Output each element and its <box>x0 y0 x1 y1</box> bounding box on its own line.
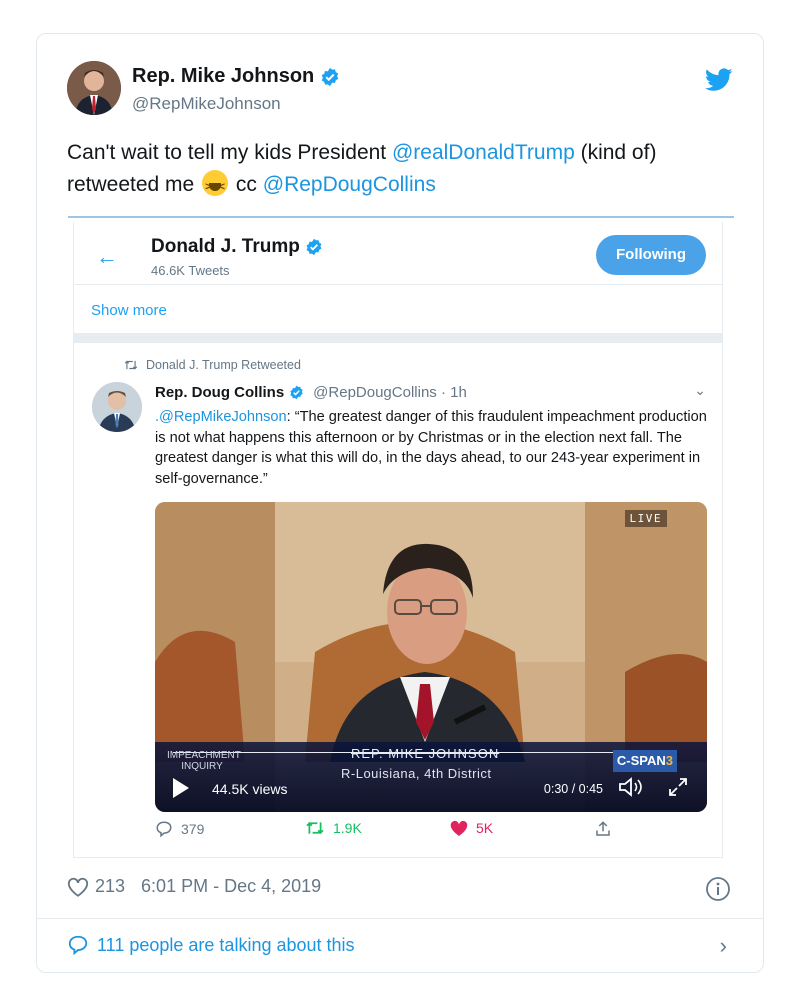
impeachment-tag: IMPEACHMENT INQUIRY <box>167 750 241 772</box>
quoted-author-row: Rep. Doug Collins @RepDougCollins · 1h <box>155 384 467 401</box>
like-action[interactable]: 5K <box>450 820 493 836</box>
twitter-bird-icon[interactable] <box>705 68 733 92</box>
mention-repmikejohnson[interactable]: .@RepMikeJohnson <box>155 409 287 425</box>
embedded-screenshot[interactable]: ← Donald J. Trump 46.6K Tweets Following… <box>68 216 734 860</box>
quoted-tweet-text: .@RepMikeJohnson: “The greatest danger o… <box>155 407 715 489</box>
quoted-tweet-actions: 379 1.9K 5K <box>155 820 707 844</box>
section-gap <box>74 333 722 343</box>
profile-name-row: Donald J. Trump <box>151 236 323 258</box>
conversation-text: 111 people are talking about this <box>97 934 355 955</box>
tweet-text-part: cc <box>230 173 263 196</box>
share-action[interactable] <box>594 820 612 838</box>
reply-icon <box>156 821 172 838</box>
following-button[interactable]: Following <box>596 235 706 275</box>
live-badge: LIVE <box>624 510 667 527</box>
video-time: 0:30 / 0:45 <box>543 782 603 796</box>
share-icon <box>596 821 610 836</box>
verified-badge-icon <box>306 238 322 256</box>
retweeted-by-row: Donald J. Trump Retweeted <box>124 358 301 372</box>
speaker-name: REP. MIKE JOHNSON <box>351 746 500 761</box>
retweeted-label: Donald J. Trump Retweeted <box>146 358 301 372</box>
tag-line-1: IMPEACHMENT <box>167 750 241 761</box>
like-count[interactable]: 213 <box>95 876 125 897</box>
embedded-profile-view: ← Donald J. Trump 46.6K Tweets Following… <box>73 222 723 858</box>
comment-icon <box>68 935 88 956</box>
play-icon[interactable] <box>173 778 189 798</box>
video-player[interactable]: LIVE IMPEACHMENT INQUIRY REP. MIKE JOHNS… <box>155 502 707 812</box>
verified-badge-icon <box>322 67 339 86</box>
timestamp[interactable]: 6:01 PM - Dec 4, 2019 <box>141 876 321 897</box>
back-arrow-icon[interactable]: ← <box>96 244 118 270</box>
like-count: 5K <box>476 820 494 836</box>
view-count: 44.5K views <box>212 781 288 797</box>
fullscreen-icon[interactable] <box>667 776 689 798</box>
quoted-author-name[interactable]: Rep. Doug Collins <box>155 384 284 401</box>
mention-realdonaldtrump[interactable]: @realDonaldTrump <box>392 141 575 164</box>
retweet-count: 1.9K <box>333 820 362 836</box>
laughing-emoji-icon <box>202 170 229 203</box>
speaker-district: R-Louisiana, 4th District <box>341 766 492 781</box>
tweet-meta: 213 6:01 PM - Dec 4, 2019 <box>67 876 321 897</box>
quoted-author-handle[interactable]: @RepDougCollins · 1h <box>313 384 467 401</box>
show-more-link[interactable]: Show more <box>91 302 167 319</box>
chevron-right-icon[interactable]: › <box>720 933 727 959</box>
quoted-author-avatar[interactable] <box>92 382 142 432</box>
tag-line-2: INQUIRY <box>181 761 223 772</box>
network-number: 3 <box>665 753 673 768</box>
retweet-icon <box>124 360 138 370</box>
retweet-icon <box>306 821 324 835</box>
info-icon[interactable] <box>705 876 731 902</box>
mention-repdougcollins[interactable]: @RepDougCollins <box>263 173 436 196</box>
author-avatar[interactable] <box>67 61 121 115</box>
volume-icon[interactable] <box>617 776 645 798</box>
profile-name: Donald J. Trump <box>151 236 300 257</box>
conversation-link[interactable]: 111 people are talking about this <box>67 934 355 956</box>
reply-action[interactable]: 379 <box>155 820 204 838</box>
chevron-down-icon[interactable]: ⌄ <box>694 382 706 399</box>
author-name[interactable]: Rep. Mike Johnson <box>132 65 314 88</box>
author-name-row[interactable]: Rep. Mike Johnson <box>132 65 340 88</box>
tweet-text: Can't wait to tell my kids President @re… <box>67 137 737 203</box>
tweet-count: 46.6K Tweets <box>151 263 230 278</box>
video-lower-third: IMPEACHMENT INQUIRY REP. MIKE JOHNSON R-… <box>155 742 707 812</box>
divider <box>37 918 763 919</box>
tweet-text-part: Can't wait to tell my kids President <box>67 141 392 164</box>
verified-badge-icon <box>290 385 303 400</box>
author-handle[interactable]: @RepMikeJohnson <box>132 94 281 114</box>
reply-count: 379 <box>181 821 205 837</box>
network-logo: C-SPAN3 <box>612 750 677 772</box>
heart-filled-icon <box>450 820 468 836</box>
divider <box>74 284 722 285</box>
tweet-card: Rep. Mike Johnson @RepMikeJohnson Can't … <box>36 33 764 973</box>
retweet-action[interactable]: 1.9K <box>305 820 362 836</box>
network-name: C-SPAN <box>616 753 666 768</box>
heart-outline-icon[interactable] <box>67 877 89 897</box>
